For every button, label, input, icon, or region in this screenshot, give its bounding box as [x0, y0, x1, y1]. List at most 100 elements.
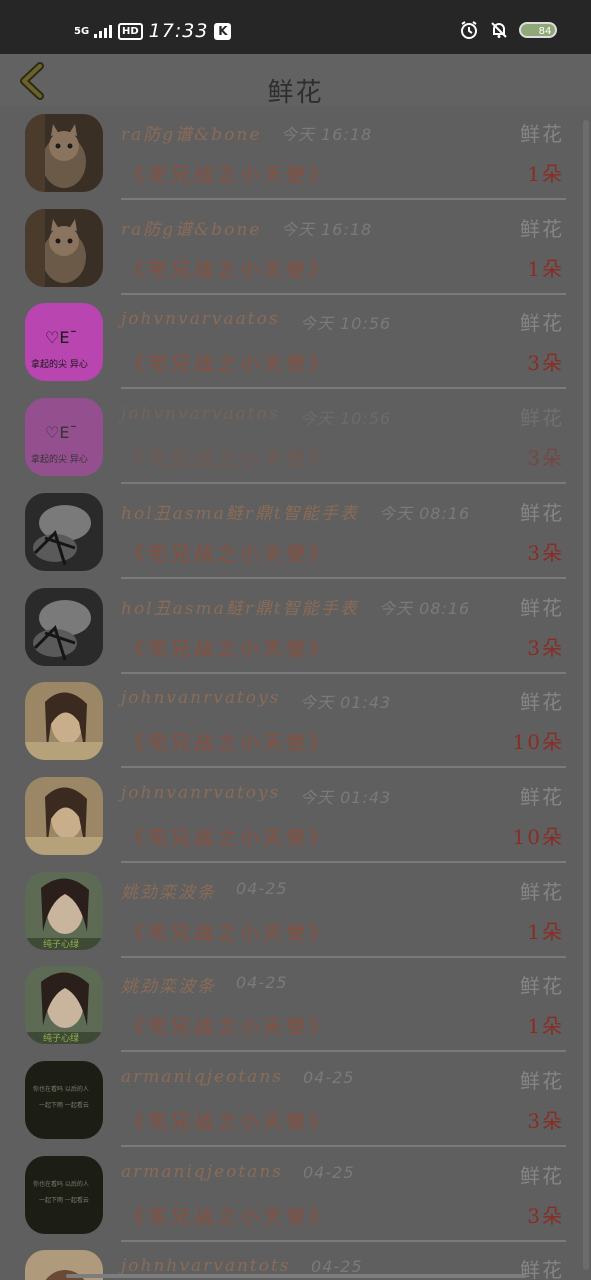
- list-item[interactable]: hol丑asma鲢r鼎t智能手表 今天 08:16 鲜花《宅兄战之小天使》 3朵: [0, 580, 591, 674]
- book-title[interactable]: 《宅兄战之小天使》: [125, 1202, 332, 1229]
- username: hol丑asma鲢r鼎t智能手表: [121, 598, 359, 619]
- gift-type: 鲜花: [520, 784, 564, 809]
- list-item[interactable]: johnvanrvatoys 今天 01:43 鲜花《宅兄战之小天使》 10朵: [0, 674, 591, 769]
- svg-text:一起下雨 一起看云: 一起下雨 一起看云: [39, 1101, 89, 1109]
- avatar[interactable]: [25, 776, 103, 855]
- record-info: armaniqjeotans 04-25 鲜花 《宅兄战之小天使》 3朵: [121, 1053, 566, 1147]
- username: hol丑asma鲢r鼎t智能手表: [121, 503, 359, 524]
- status-bar: 5G HD 17:33 K 84: [0, 0, 591, 54]
- gift-count: 1朵: [527, 256, 564, 281]
- book-title[interactable]: 《宅兄战之小天使》: [125, 1107, 332, 1134]
- record-info: johnvanrvatoys 今天 01:43 鲜花《宅兄战之小天使》 10朵: [121, 674, 566, 769]
- timestamp: 今天 01:43: [300, 787, 392, 807]
- book-title[interactable]: 《宅兄战之小天使》: [125, 349, 332, 376]
- scrollbar[interactable]: [583, 120, 589, 1270]
- timestamp: 今天 10:56: [300, 409, 392, 429]
- username: johvnvarvaatos: [121, 404, 280, 425]
- record-info: armaniqjeotans 04-25 鲜花 《宅兄战之小天使》 3朵: [121, 1148, 566, 1242]
- svg-text:你也在看吗 以后的人: 你也在看吗 以后的人: [33, 1085, 89, 1093]
- book-title[interactable]: 《宅兄战之小天使》: [125, 634, 332, 661]
- clock: 17:33: [148, 20, 209, 42]
- list-item[interactable]: ra防g谱&bone 今天 16:18 鲜花 《宅兄战之小天使》 1朵: [0, 201, 591, 295]
- record-info: johnvanrvatoys 今天 01:43 鲜花《宅兄战之小天使》 10朵: [121, 769, 566, 863]
- record-info: ra防g谱&bone 今天 16:18 鲜花 《宅兄战之小天使》 1朵: [121, 106, 566, 200]
- gift-type: 鲜花: [520, 974, 564, 999]
- avatar[interactable]: [25, 114, 103, 192]
- book-title[interactable]: 《宅兄战之小天使》: [125, 1012, 332, 1039]
- svg-text:你也在看吗 以后的人: 你也在看吗 以后的人: [33, 1180, 89, 1188]
- record-info: johvnvarvaatos 今天 10:56 鲜花《宅兄战之小天使》 3朵: [121, 390, 566, 485]
- gift-type: 鲜花: [520, 879, 564, 904]
- avatar[interactable]: 纯子心绿: [25, 871, 103, 950]
- gift-type: 鲜花: [520, 595, 564, 620]
- avatar[interactable]: [25, 587, 103, 666]
- avatar[interactable]: ♡Eˉ 拿起的尖 异心: [25, 303, 103, 382]
- record-info: johvnvarvaatos 今天 10:56 鲜花 《宅兄战之小天使》 3朵: [121, 295, 566, 390]
- list-item[interactable]: 纯子心绿 姚劲栾波条 04-25 鲜花 《宅兄战之小天使》 1朵: [0, 864, 591, 958]
- gift-count: 3朵: [527, 635, 564, 660]
- book-title[interactable]: 《宅兄战之小天使》: [125, 255, 332, 282]
- avatar[interactable]: 纯子心绿: [25, 966, 103, 1045]
- book-title[interactable]: 《宅兄战之小天使》: [125, 444, 332, 471]
- avatar[interactable]: [25, 682, 103, 761]
- list-item[interactable]: 你也在看吗 以后的人 一起下雨 一起看云 armaniqjeotans 04-25 鲜花…: [0, 1148, 591, 1242]
- username: 姚劲栾波条: [121, 882, 216, 903]
- svg-text:拿起的尖 异心: 拿起的尖 异心: [31, 358, 88, 370]
- record-info: 姚劲栾波条 04-25 鲜花《宅兄战之小天使》 1朵: [121, 958, 566, 1053]
- book-title[interactable]: 《宅兄战之小天使》: [125, 728, 332, 755]
- gift-count: 3朵: [527, 1203, 564, 1228]
- gift-count: 1朵: [527, 162, 564, 186]
- gift-count: 3朵: [527, 1109, 564, 1133]
- list-item[interactable]: ♡Eˉ 拿起的尖 异心 johvnvarvaatos 今天 10:56 鲜花 《宅兄战之小…: [0, 295, 591, 390]
- avatar[interactable]: [25, 208, 103, 287]
- gift-count: 3朵: [527, 540, 564, 565]
- gift-count: 1朵: [527, 919, 564, 944]
- gift-type: 鲜花: [520, 311, 564, 336]
- book-title[interactable]: 《宅兄战之小天使》: [125, 823, 332, 850]
- list-item[interactable]: 纯子心绿 姚劲栾波条 04-25 鲜花《宅兄战之小天使》 1朵: [0, 958, 591, 1053]
- username: armaniqjeotans: [121, 1067, 283, 1087]
- username: johnvanrvatoys: [121, 688, 281, 709]
- mute-bell-icon: [491, 22, 507, 38]
- list-item[interactable]: ♡Eˉ 拿起的尖 异心 johvnvarvaatos 今天 10:56 鲜花《宅兄战之小…: [0, 390, 591, 485]
- timestamp: 今天 10:56: [300, 314, 392, 334]
- list-item[interactable]: 你也在看吗 以后的人 一起下雨 一起看云 armaniqjeotans 04-25 鲜花…: [0, 1053, 591, 1147]
- gift-type: 鲜花: [520, 406, 564, 431]
- battery-icon: 84: [519, 22, 557, 38]
- gift-count: 10朵: [512, 730, 564, 755]
- app-notification-icon: K: [214, 22, 232, 40]
- username: 姚劲栾波条: [121, 977, 216, 998]
- gift-count: 1朵: [527, 1014, 564, 1039]
- page-title: 鲜花: [267, 78, 324, 108]
- list-item[interactable]: hol丑asma鲢r鼎t智能手表 今天 08:16 鲜花 《宅兄战之小天使》 3朵: [0, 485, 591, 579]
- record-info: hol丑asma鲢r鼎t智能手表 今天 08:16 鲜花《宅兄战之小天使》 3朵: [121, 580, 566, 674]
- avatar[interactable]: ♡Eˉ 拿起的尖 异心: [25, 398, 103, 477]
- alarm-icon: [461, 21, 477, 39]
- gift-type: 鲜花: [520, 1258, 564, 1280]
- list-item[interactable]: ra防g谱&bone 今天 16:18 鲜花 《宅兄战之小天使》 1朵: [0, 106, 591, 200]
- book-title[interactable]: 《宅兄战之小天使》: [125, 160, 332, 187]
- avatar[interactable]: [25, 492, 103, 571]
- gift-count: 10朵: [512, 824, 564, 849]
- book-title[interactable]: 《宅兄战之小天使》: [125, 539, 332, 566]
- gift-count: 3朵: [527, 446, 564, 471]
- timestamp: 今天 16:18: [281, 125, 373, 144]
- timestamp: 04-25: [236, 973, 288, 993]
- timestamp: 今天 08:16: [379, 598, 471, 618]
- username: ra防g谱&bone: [121, 219, 262, 240]
- gift-record-list[interactable]: ra防g谱&bone 今天 16:18 鲜花 《宅兄战之小天使》 1朵 ra防g谱&bon…: [0, 106, 591, 1280]
- list-item[interactable]: johnvanrvatoys 今天 01:43 鲜花《宅兄战之小天使》 10朵: [0, 769, 591, 863]
- svg-text:一起下雨 一起看云: 一起下雨 一起看云: [39, 1196, 89, 1204]
- avatar[interactable]: 你也在看吗 以后的人 一起下雨 一起看云: [25, 1155, 103, 1234]
- username: ra防g谱&bone: [121, 125, 262, 145]
- gift-type: 鲜花: [520, 690, 564, 715]
- timestamp: 今天 01:43: [300, 693, 392, 713]
- timestamp: 04-25: [303, 1162, 355, 1182]
- username: johnvanrvatoys: [121, 782, 281, 803]
- home-indicator[interactable]: [66, 1274, 526, 1278]
- username: armaniqjeotans: [121, 1161, 283, 1182]
- avatar[interactable]: 你也在看吗 以后的人 一起下雨 一起看云: [25, 1061, 103, 1139]
- svg-text:纯子心绿: 纯子心绿: [43, 938, 79, 950]
- gift-type: 鲜花: [520, 216, 564, 241]
- book-title[interactable]: 《宅兄战之小天使》: [125, 918, 332, 945]
